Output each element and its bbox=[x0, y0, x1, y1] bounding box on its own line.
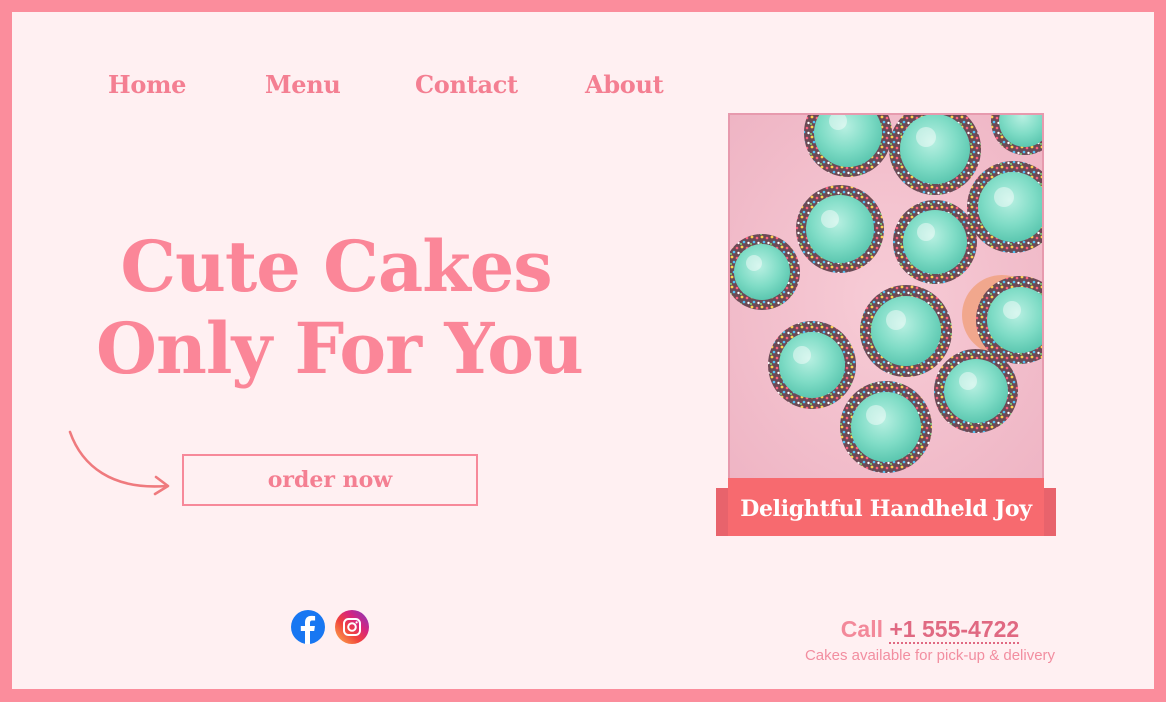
caption-text: Delightful Handheld Joy bbox=[740, 496, 1032, 522]
nav-item-about[interactable]: About bbox=[585, 70, 664, 99]
hero-title-line-2: Only For You bbox=[96, 307, 584, 390]
call-label: Call bbox=[840, 616, 883, 642]
hero-title: Cute Cakes Only For You bbox=[96, 225, 584, 390]
cupcakes-image bbox=[730, 115, 1042, 483]
facebook-icon[interactable] bbox=[291, 610, 325, 644]
curved-arrow-icon bbox=[68, 430, 170, 496]
availability-note: Cakes available for pick-up & delivery bbox=[804, 647, 1056, 664]
order-now-button[interactable]: order now bbox=[182, 454, 478, 506]
nav-item-menu[interactable]: Menu bbox=[265, 70, 341, 99]
call-line: Call +1 555-4722 bbox=[760, 614, 1100, 644]
instagram-icon[interactable] bbox=[335, 610, 369, 644]
nav-item-home[interactable]: Home bbox=[108, 70, 186, 99]
nav-item-contact[interactable]: Contact bbox=[415, 70, 518, 99]
contact-block: Call +1 555-4722 Cakes available for pic… bbox=[760, 614, 1100, 667]
cupcakes-photo bbox=[728, 113, 1044, 485]
hero-title-line-1: Cute Cakes bbox=[120, 225, 552, 308]
phone-number-link[interactable]: +1 555-4722 bbox=[889, 616, 1020, 644]
photo-caption: Delightful Handheld Joy bbox=[716, 478, 1056, 536]
